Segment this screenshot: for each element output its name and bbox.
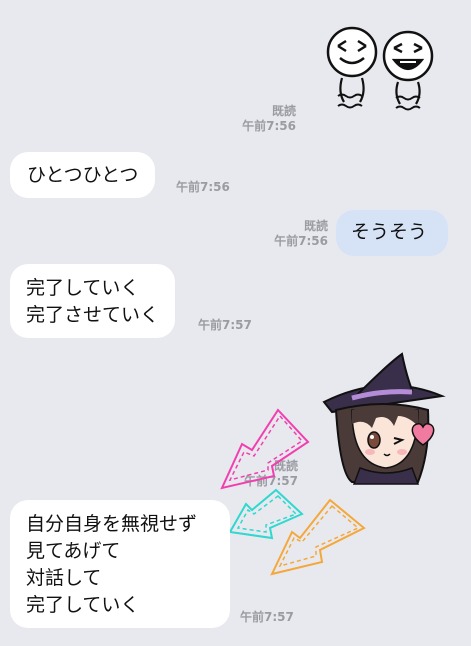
timestamp: 午前7:56 bbox=[274, 234, 328, 248]
message-meta: 既読 午前7:56 bbox=[264, 219, 328, 249]
smiley-pair-sticker[interactable] bbox=[318, 22, 438, 122]
timestamp: 午前7:56 bbox=[242, 119, 296, 133]
read-receipt: 既読 bbox=[303, 219, 328, 233]
timestamp: 午前7:56 bbox=[176, 180, 230, 194]
timestamp: 午前7:57 bbox=[198, 318, 252, 332]
message-bubble-incoming[interactable]: 完了していく 完了させていく bbox=[10, 264, 176, 338]
arrow-orange-icon bbox=[270, 498, 366, 576]
read-receipt: 既読 bbox=[271, 104, 296, 118]
message-meta: 既読 午前7:56 bbox=[232, 104, 296, 134]
message-bubble-incoming[interactable]: 自分自身を無視せず 見てあげて 対話して 完了していく bbox=[10, 500, 230, 628]
message-bubble-incoming[interactable]: ひとつひとつ bbox=[10, 152, 156, 198]
decorative-arrows bbox=[220, 408, 366, 576]
timestamp: 午前7:57 bbox=[240, 610, 294, 624]
arrow-cyan-icon bbox=[228, 488, 304, 540]
arrow-pink-icon bbox=[220, 408, 310, 490]
smiley-pair-icon bbox=[326, 26, 434, 111]
message-bubble-outgoing[interactable]: そうそう bbox=[336, 210, 448, 256]
